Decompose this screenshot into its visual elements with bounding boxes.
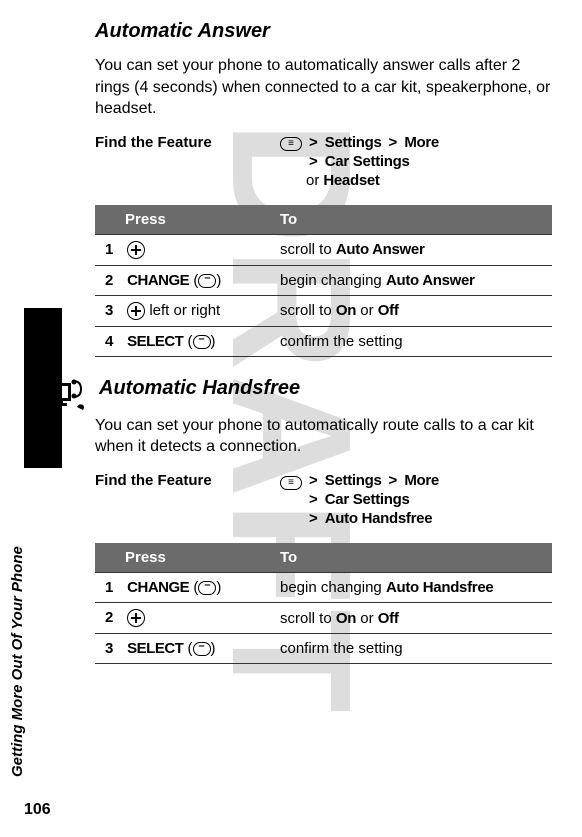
softkey-label: SELECT (127, 640, 183, 657)
step-to-bold2: Off (378, 610, 399, 627)
softkey-label: CHANGE (127, 272, 189, 289)
step-to-bold: Auto Answer (386, 272, 475, 289)
menu-key-icon (280, 476, 302, 490)
path-settings: Settings (325, 472, 382, 489)
softkey-icon (193, 642, 211, 656)
step-to-bold: Auto Answer (336, 241, 425, 258)
find-feature-path: > Settings > More > Car Settings > Auto … (280, 472, 552, 529)
step-to-prefix: begin changing (280, 272, 386, 289)
press-suffix: left or right (145, 302, 220, 319)
table-row: 2 CHANGE () begin changing Auto Answer (95, 265, 552, 295)
dpad-icon (127, 302, 145, 320)
dpad-icon (127, 609, 145, 627)
path-auto-handsfree: Auto Handsfree (325, 510, 432, 527)
side-tab-marker (24, 308, 62, 468)
table-header-press: Press (95, 205, 270, 235)
step-to-prefix: scroll to (280, 241, 336, 258)
section-desc-auto-answer: You can set your phone to automatically … (95, 55, 552, 120)
path-settings: Settings (325, 134, 382, 151)
separator-icon: > (389, 134, 398, 151)
page-number: 106 (24, 801, 51, 819)
step-to-prefix: confirm the setting (280, 333, 403, 350)
step-number: 2 (105, 609, 123, 626)
softkey-label: SELECT (127, 333, 183, 350)
separator-icon: > (309, 510, 318, 527)
section-title-auto-handsfree: Automatic Handsfree (99, 377, 552, 400)
table-row: 4 SELECT () confirm the setting (95, 326, 552, 356)
separator-icon: > (309, 491, 318, 508)
table-row: 2 scroll to On or Off (95, 603, 552, 634)
table-row: 3 SELECT () confirm the setting (95, 634, 552, 664)
softkey-icon (193, 335, 211, 349)
step-to-middle: or (356, 302, 378, 319)
step-to-bold: On (336, 610, 356, 627)
path-car-settings: Car Settings (325, 491, 410, 508)
step-number: 3 (105, 302, 123, 319)
separator-icon: > (389, 472, 398, 489)
step-number: 3 (105, 640, 123, 657)
softkey-icon (198, 581, 216, 595)
table-row: 1 scroll to Auto Answer (95, 234, 552, 265)
steps-table-auto-handsfree: Press To 1 CHANGE () begin changing Auto… (95, 543, 552, 664)
step-to-prefix: scroll to (280, 610, 336, 627)
find-feature-label: Find the Feature (95, 134, 280, 191)
find-feature-block: Find the Feature > Settings > More > Car… (95, 134, 552, 191)
step-number: 2 (105, 272, 123, 289)
softkey-icon (198, 274, 216, 288)
softkey-label: CHANGE (127, 579, 189, 596)
table-row: 1 CHANGE () begin changing Auto Handsfre… (95, 573, 552, 603)
path-car-settings: Car Settings (325, 153, 410, 170)
path-more: More (404, 472, 439, 489)
path-headset: Headset (323, 172, 379, 189)
steps-table-auto-answer: Press To 1 scroll to Auto Answer 2 CHANG… (95, 205, 552, 357)
separator-icon: > (309, 472, 318, 489)
step-to-prefix: begin changing (280, 579, 386, 596)
step-to-middle: or (356, 610, 378, 627)
find-feature-path: > Settings > More > Car Settings or Head… (280, 134, 552, 191)
path-more: More (404, 134, 439, 151)
section-title-auto-answer: Automatic Answer (95, 20, 552, 43)
step-number: 1 (105, 241, 123, 258)
find-feature-label: Find the Feature (95, 472, 280, 529)
menu-key-icon (280, 137, 302, 151)
table-row: 3 left or right scroll to On or Off (95, 295, 552, 326)
step-number: 1 (105, 579, 123, 596)
page-content: Automatic Answer You can set your phone … (0, 0, 582, 704)
table-header-press: Press (95, 543, 270, 573)
find-feature-block: Find the Feature > Settings > More > Car… (95, 472, 552, 529)
step-to-bold2: Off (378, 302, 399, 319)
step-number: 4 (105, 333, 123, 350)
dpad-icon (127, 241, 145, 259)
step-to-bold: On (336, 302, 356, 319)
section-desc-auto-handsfree: You can set your phone to automatically … (95, 415, 552, 458)
step-to-prefix: confirm the setting (280, 640, 403, 657)
chapter-label: Getting More Out Of Your Phone (9, 546, 26, 777)
step-to-bold: Auto Handsfree (386, 579, 493, 596)
table-header-to: To (270, 543, 552, 573)
path-or: or (306, 172, 319, 189)
separator-icon: > (309, 134, 318, 151)
table-header-to: To (270, 205, 552, 235)
separator-icon: > (309, 153, 318, 170)
step-to-prefix: scroll to (280, 302, 336, 319)
